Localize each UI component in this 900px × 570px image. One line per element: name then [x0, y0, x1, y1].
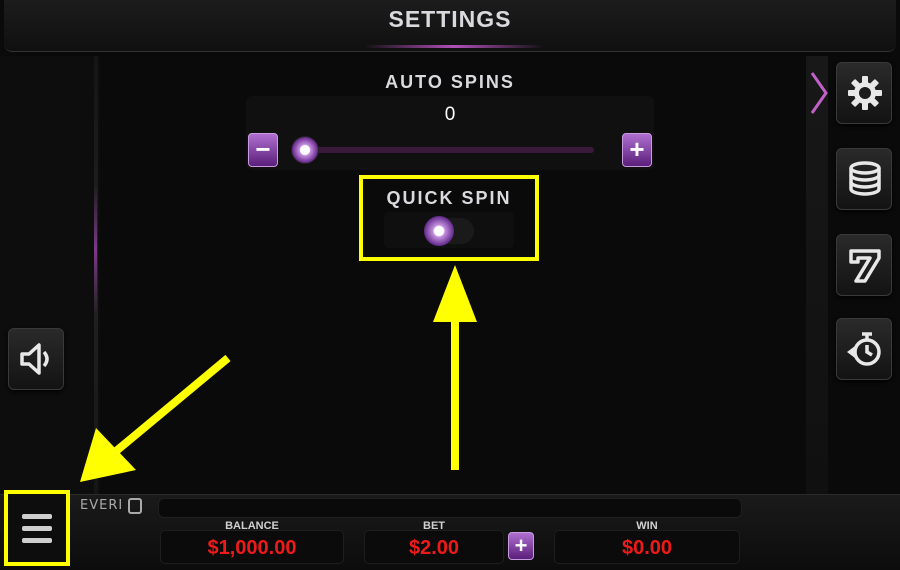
- history-button[interactable]: [836, 318, 892, 380]
- chevron-right-icon: [810, 72, 828, 114]
- auto-spins-decrease-button[interactable]: −: [248, 133, 278, 167]
- brand-logo-mark: [128, 498, 142, 514]
- hamburger-icon-line: [22, 538, 52, 543]
- menu-button[interactable]: [4, 490, 70, 566]
- bet-coins-button[interactable]: [836, 148, 892, 210]
- quick-spin-label: QUICK SPIN: [386, 188, 512, 208]
- quick-spin-toggle-knob[interactable]: [424, 216, 454, 246]
- coins-stack-icon: [849, 161, 881, 196]
- gear-icon: [848, 76, 882, 110]
- bet-increase-button[interactable]: +: [508, 532, 534, 560]
- settings-button[interactable]: [836, 62, 892, 124]
- auto-spins-increase-button[interactable]: +: [622, 133, 652, 167]
- speaker-icon: [20, 343, 49, 375]
- title-glow: [364, 45, 544, 48]
- bet-value: $2.00: [364, 530, 504, 564]
- timer-icon: [847, 332, 881, 366]
- left-panel: [0, 56, 100, 496]
- message-bar: [158, 498, 742, 518]
- hamburger-icon: [22, 514, 52, 519]
- left-divider-glow: [94, 185, 97, 315]
- auto-spins-slider[interactable]: [300, 147, 594, 153]
- seven-icon: [849, 249, 881, 283]
- paytable-button[interactable]: [836, 234, 892, 296]
- title-bar: SETTINGS: [4, 0, 896, 52]
- auto-spins-label: AUTO SPINS: [385, 72, 515, 92]
- sound-button[interactable]: [8, 328, 64, 390]
- hamburger-icon-line: [22, 526, 52, 531]
- right-divider: [806, 56, 828, 496]
- auto-spins-value: 0: [444, 104, 456, 125]
- page-title: SETTINGS: [388, 6, 512, 32]
- brand-logo: EVERI: [80, 498, 124, 513]
- balance-value: $1,000.00: [160, 530, 344, 564]
- win-value: $0.00: [554, 530, 740, 564]
- auto-spins-slider-thumb[interactable]: [291, 136, 319, 164]
- game-settings-screen: SETTINGS AUTO SPINS 0 − + QUICK SPIN EVE…: [0, 0, 900, 570]
